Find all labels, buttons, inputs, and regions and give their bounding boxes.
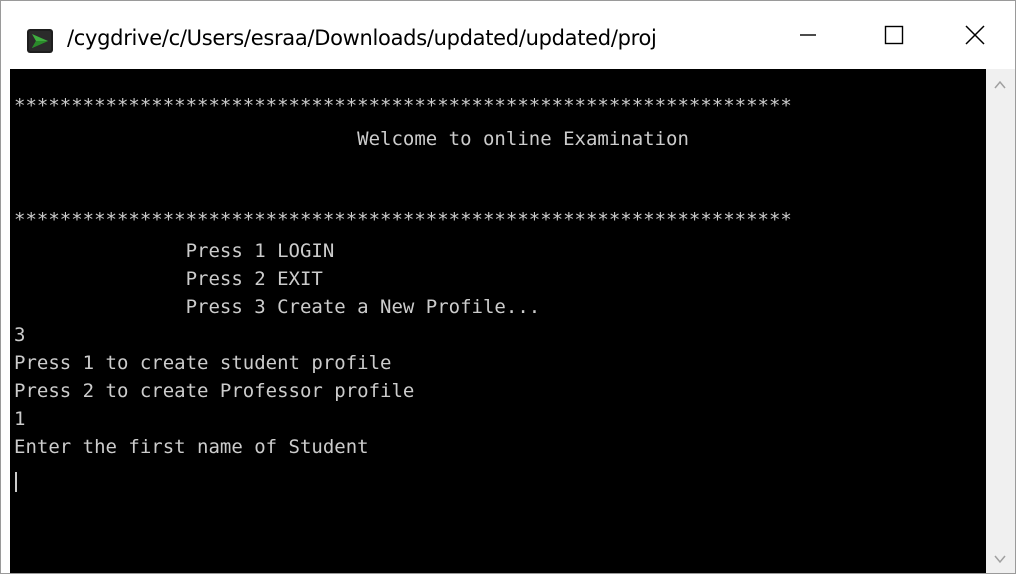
close-icon — [965, 25, 985, 45]
minimize-button[interactable] — [763, 1, 853, 69]
maximize-icon — [884, 25, 904, 45]
cygwin-terminal-icon — [27, 29, 53, 53]
scroll-down-arrow-icon[interactable] — [992, 551, 1008, 567]
terminal-line: Press 3 Create a New Profile... — [14, 296, 541, 318]
terminal-line: ****************************************… — [14, 209, 792, 231]
terminal-line: 3 — [14, 324, 26, 346]
close-button[interactable] — [935, 1, 1015, 69]
terminal-line: 1 — [14, 408, 26, 430]
terminal-line: Enter the first name of Student — [14, 436, 369, 458]
terminal-output[interactable]: ****************************************… — [10, 69, 986, 573]
terminal-line: Press 2 to create Professor profile — [14, 380, 415, 402]
terminal-line: Press 1 to create student profile — [14, 352, 392, 374]
terminal-line: Press 2 EXIT — [14, 268, 323, 290]
minimize-icon — [800, 34, 816, 36]
terminal-window: /cygdrive/c/Users/esraa/Downloads/update… — [0, 0, 1016, 574]
scroll-up-arrow-icon[interactable] — [992, 77, 1008, 93]
maximize-button[interactable] — [849, 1, 939, 69]
vertical-scrollbar[interactable] — [986, 69, 1015, 573]
window-title: /cygdrive/c/Users/esraa/Downloads/update… — [67, 26, 657, 50]
terminal-line: ****************************************… — [14, 95, 792, 117]
title-bar[interactable]: /cygdrive/c/Users/esraa/Downloads/update… — [1, 1, 1015, 69]
text-cursor — [15, 472, 17, 492]
terminal-line: Welcome to online Examination — [14, 128, 689, 150]
terminal-line: Press 1 LOGIN — [14, 240, 335, 262]
